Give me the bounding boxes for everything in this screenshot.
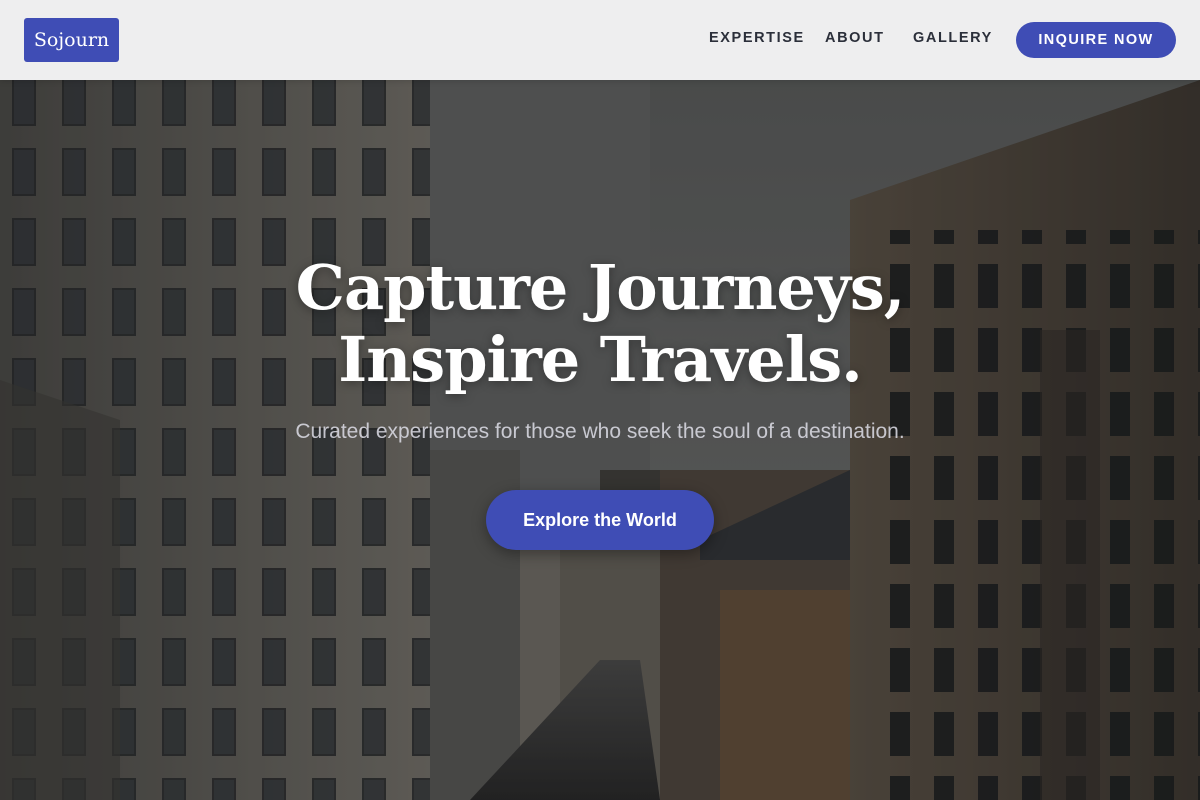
- nav-link-about[interactable]: ABOUT: [825, 30, 885, 46]
- nav-link-gallery[interactable]: GALLERY: [913, 30, 993, 46]
- explore-the-world-button[interactable]: Explore the World: [486, 490, 714, 550]
- logo[interactable]: Sojourn: [24, 18, 119, 62]
- hero-title: Capture Journeys, Inspire Travels.: [0, 252, 1200, 396]
- hero-title-line-1: Capture Journeys,: [295, 251, 906, 324]
- landing-page: Sojourn EXPERTISE ABOUT GALLERY INQUIRE …: [0, 0, 1200, 800]
- hero-overlay: [0, 0, 1200, 800]
- nav-link-expertise[interactable]: EXPERTISE: [709, 30, 805, 46]
- site-header: Sojourn EXPERTISE ABOUT GALLERY INQUIRE …: [0, 0, 1200, 80]
- hero-title-line-2: Inspire Travels.: [338, 323, 863, 396]
- inquire-now-button[interactable]: INQUIRE NOW: [1016, 22, 1176, 58]
- hero-subtitle: Curated experiences for those who seek t…: [295, 420, 905, 443]
